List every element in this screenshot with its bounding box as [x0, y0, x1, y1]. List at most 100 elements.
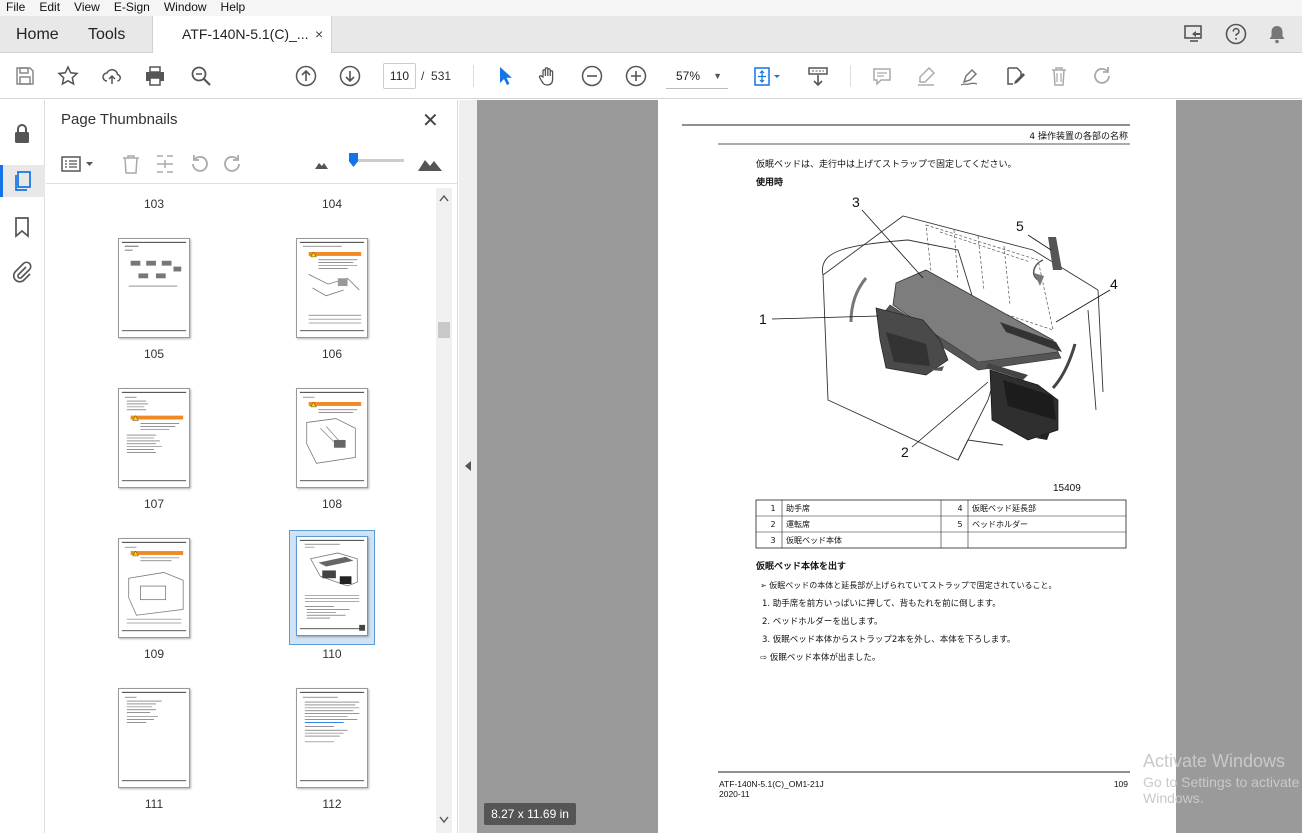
thumbnail-page-107[interactable] — [118, 388, 190, 488]
thumbnail-page-105[interactable] — [118, 238, 190, 338]
delete-trash-icon[interactable] — [1047, 64, 1071, 88]
legend-num: 2 — [770, 520, 775, 529]
document-page: 4 操作装置の各部の名称 仮眠ベッドは、走行中は上げてストラップで固定してくださ… — [658, 100, 1176, 833]
close-panel-icon[interactable]: ✕ — [422, 108, 439, 133]
save-icon[interactable] — [13, 64, 37, 88]
thumbnail-page-111[interactable] — [118, 688, 190, 788]
page-header-title: 4 操作装置の各部の名称 — [1029, 130, 1128, 142]
hand-tool-icon[interactable] — [536, 64, 560, 88]
draw-pen-icon[interactable] — [958, 64, 982, 88]
thumbnail-page-106[interactable] — [296, 238, 368, 338]
legend-label: 運転席 — [786, 519, 810, 529]
comment-icon[interactable] — [870, 64, 894, 88]
bookmark-star-icon[interactable] — [56, 64, 80, 88]
thumbnail-label: 105 — [143, 347, 165, 361]
legend-table: 1 助手席 4 仮眠ベッド延長部 2 運転席 5 ベッドホルダー 3 仮眠ベッド… — [755, 499, 1127, 549]
tab-bar: Home Tools ATF-140N-5.1(C)_... × — [0, 16, 1302, 54]
redo-icon[interactable] — [1091, 64, 1115, 88]
select-cursor-icon[interactable] — [493, 64, 517, 88]
legend-num: 1 — [770, 504, 775, 513]
usage-heading: 使用時 — [755, 176, 783, 188]
zoom-level-value: 57% — [676, 69, 701, 83]
lock-security-icon[interactable] — [10, 122, 34, 146]
scrollbar-thumb[interactable] — [438, 322, 450, 338]
extract-pages-icon[interactable] — [153, 152, 177, 176]
panel-toolbar — [46, 148, 458, 184]
delete-page-icon[interactable] — [119, 152, 143, 176]
thumbnail-page-110[interactable] — [296, 536, 368, 636]
menu-esign[interactable]: E-Sign — [107, 0, 157, 16]
zoom-in-icon[interactable] — [624, 64, 648, 88]
thumbnail-label: 111 — [144, 797, 164, 811]
menu-help[interactable]: Help — [214, 0, 253, 16]
zoom-out-icon[interactable] — [580, 64, 604, 88]
thumbnail-label: 106 — [321, 347, 343, 361]
page-thumbnails-icon[interactable] — [0, 165, 45, 197]
menu-bar: File Edit View E-Sign Window Help — [0, 0, 1302, 16]
previous-page-icon[interactable] — [294, 64, 318, 88]
toolbar-divider — [850, 65, 851, 87]
chevron-left-icon[interactable] — [464, 460, 472, 472]
collapse-panel-handle[interactable] — [459, 100, 477, 833]
legend-label: 仮眠ベッド延長部 — [972, 503, 1036, 513]
page-thumbnails-panel: Page Thumbnails ✕ 103 104 105 106 107 10… — [46, 100, 458, 833]
thumbnail-scrollbar[interactable] — [436, 188, 452, 833]
rotate-right-icon[interactable] — [221, 152, 245, 176]
find-zoom-icon[interactable] — [189, 64, 213, 88]
print-icon[interactable] — [143, 64, 167, 88]
precondition-text: 仮眠ベッドの本体と延長部が上げられていてストラップで固定されていること。 — [769, 580, 1056, 590]
thumbnail-grid: 103 104 105 106 107 108 109 110 111 112 — [46, 188, 436, 833]
legend-label: ベッドホルダー — [972, 519, 1028, 529]
tab-tools[interactable]: Tools — [88, 16, 125, 53]
scroll-down-icon[interactable] — [439, 816, 449, 824]
tab-home[interactable]: Home — [16, 16, 59, 53]
section-heading: 仮眠ベッド本体を出す — [755, 560, 846, 572]
legend-label: 助手席 — [786, 503, 810, 513]
main-toolbar: 110 / 531 57% ▼ — [0, 53, 1302, 99]
menu-file[interactable]: File — [0, 0, 32, 16]
panel-title: Page Thumbnails — [61, 111, 178, 128]
thumbnail-label: 107 — [143, 497, 165, 511]
thumbnail-page-112[interactable] — [296, 688, 368, 788]
step-3: 3. 仮眠ベッド本体からストラップ2本を外し、本体を下ろします。 — [762, 634, 1015, 645]
help-icon[interactable] — [1224, 22, 1250, 48]
tab-document[interactable]: ATF-140N-5.1(C)_... × — [152, 16, 332, 54]
menu-window[interactable]: Window — [157, 0, 214, 16]
menu-view[interactable]: View — [67, 0, 107, 16]
thumbnail-label: 103 — [143, 197, 165, 211]
page-size-badge: 8.27 x 11.69 in — [484, 803, 576, 825]
zoom-level-select[interactable]: 57% ▼ — [666, 63, 728, 89]
smaller-thumbnails-icon[interactable] — [311, 152, 335, 176]
legend-num: 5 — [957, 520, 962, 529]
fit-page-icon[interactable] — [750, 64, 784, 88]
scroll-up-icon[interactable] — [439, 194, 449, 202]
page-total: 531 — [431, 69, 452, 83]
highlight-pen-icon[interactable] — [914, 64, 938, 88]
attachments-paperclip-icon[interactable] — [10, 260, 34, 284]
activation-watermark: Activate Windows Go to Settings to activ… — [1143, 751, 1302, 806]
legend-label: 仮眠ベッド本体 — [786, 535, 842, 545]
upload-cloud-icon[interactable] — [100, 64, 124, 88]
next-page-icon[interactable] — [338, 64, 362, 88]
notification-bell-icon[interactable] — [1265, 22, 1291, 48]
footer-date: 2020-11 — [719, 789, 750, 799]
rotate-left-icon[interactable] — [187, 152, 211, 176]
menu-edit[interactable]: Edit — [32, 0, 67, 16]
callout-1: 1 — [759, 311, 767, 327]
bookmarks-icon[interactable] — [10, 215, 34, 239]
step-2: 2. ベッドホルダーを出します。 — [762, 616, 882, 627]
footer-page-number: 109 — [1114, 779, 1128, 789]
result-text: 仮眠ベッド本体が出ました。 — [770, 652, 881, 663]
thumbnail-options-icon[interactable] — [60, 152, 96, 176]
thumbnail-page-108[interactable] — [296, 388, 368, 488]
thumbnail-size-slider-track[interactable] — [350, 159, 404, 162]
scroll-mode-icon[interactable] — [806, 64, 830, 88]
larger-thumbnails-icon[interactable] — [416, 152, 444, 176]
toolbar-divider — [473, 65, 474, 87]
close-tab-icon[interactable]: × — [315, 16, 323, 53]
share-screen-icon[interactable] — [1182, 22, 1208, 48]
thumbnail-page-109[interactable] — [118, 538, 190, 638]
edit-text-icon[interactable] — [1003, 64, 1027, 88]
page-number-input[interactable]: 110 — [383, 63, 416, 89]
footer-doc-id: ATF-140N-5.1(C)_OM1-21J — [719, 779, 824, 789]
